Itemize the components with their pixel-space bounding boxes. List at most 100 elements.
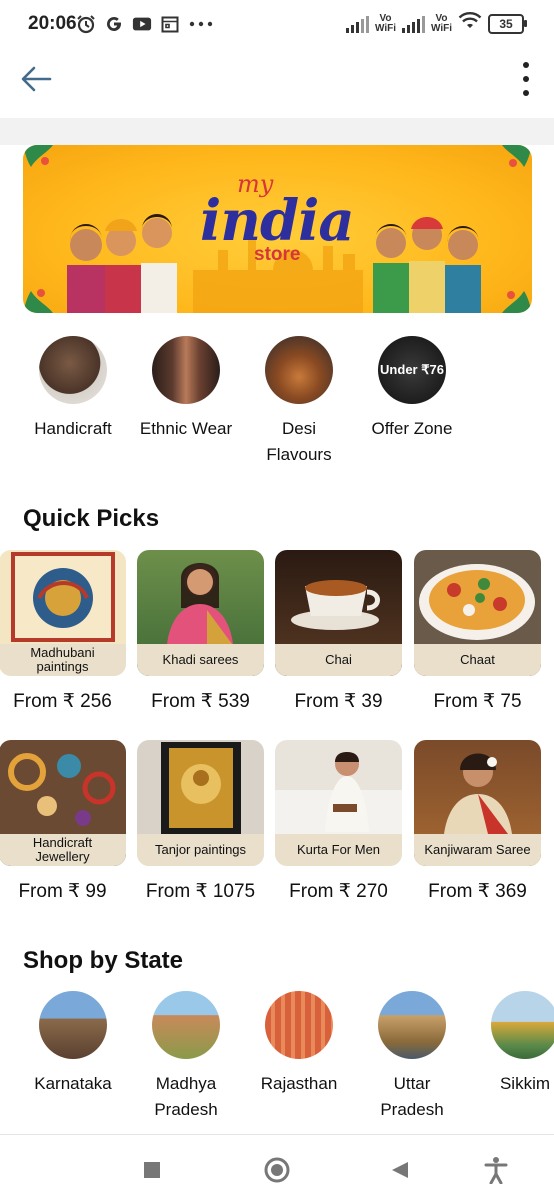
battery-icon: 35 xyxy=(488,13,527,34)
card-price: From ₹ 270 xyxy=(289,881,388,902)
tanjor-art xyxy=(161,742,241,834)
triangle-back-icon xyxy=(392,1162,408,1178)
banner-title-store: store xyxy=(254,244,301,265)
product-card-tanjor-paintings[interactable]: Tanjor paintings From ₹ 1075 xyxy=(137,740,264,903)
madhubani-image: Madhubani paintings xyxy=(0,550,126,676)
status-bar: 20:06 Vo WiFi Vo WiFi 35 xyxy=(0,0,554,48)
state-label: Sikkim xyxy=(499,1074,551,1093)
chaat-image: Chaat xyxy=(414,550,541,676)
more-dots-icon xyxy=(188,14,214,34)
card-caption: Tanjor paintings xyxy=(137,834,264,866)
card-price: From ₹ 369 xyxy=(428,881,527,902)
sikkim-thumbnail xyxy=(491,991,554,1059)
overflow-menu-button[interactable] xyxy=(520,62,532,96)
category-label: Ethnic Wear xyxy=(139,419,233,438)
state-label: Rajasthan xyxy=(260,1074,338,1093)
chai-cup-art xyxy=(291,580,380,630)
alarm-icon xyxy=(76,14,96,34)
kurta-art xyxy=(275,752,402,834)
product-card-chai[interactable]: Chai From ₹ 39 xyxy=(275,550,402,713)
quick-picks-title: Quick Picks xyxy=(23,505,160,532)
product-card-khadi-sarees[interactable]: Khadi sarees From ₹ 539 xyxy=(137,550,264,713)
card-price: From ₹ 99 xyxy=(18,881,107,902)
square-icon xyxy=(144,1162,160,1178)
state-label: Uttar Pradesh xyxy=(380,1074,444,1119)
shop-by-state-title: Shop by State xyxy=(23,947,184,974)
card-price: From ₹ 1075 xyxy=(145,881,256,902)
vowifi-label-2: Vo WiFi xyxy=(430,12,452,34)
status-time: 20:06 xyxy=(28,13,77,34)
accessibility-icon xyxy=(484,1157,508,1184)
tanjor-paintings-image: Tanjor paintings xyxy=(137,740,264,866)
product-card-kanjiwaram-saree[interactable]: Kanjiwaram Saree From ₹ 369 xyxy=(414,740,541,903)
calendar-icon xyxy=(160,14,180,34)
category-handicraft[interactable]: Handicraft xyxy=(13,336,133,442)
g-icon xyxy=(104,14,124,34)
status-system-icons: Vo WiFi Vo WiFi 35 xyxy=(345,12,527,35)
product-card-kurta-for-men[interactable]: Kurta For Men From ₹ 270 xyxy=(275,740,402,903)
card-caption: Kanjiwaram Saree xyxy=(414,834,541,866)
card-price: From ₹ 75 xyxy=(433,691,522,712)
state-sikkim[interactable]: Sikkim xyxy=(465,991,554,1097)
offer-zone-thumbnail: Under ₹76 xyxy=(378,336,446,404)
category-label: Offer Zone xyxy=(371,419,453,438)
card-caption: Chaat xyxy=(414,644,541,676)
ethnic-wear-thumbnail xyxy=(152,336,220,404)
card-caption: Khadi sarees xyxy=(137,644,264,676)
handicraft-jewellery-image: Handicraft Jewellery xyxy=(0,740,126,866)
home-button[interactable] xyxy=(260,1153,294,1187)
state-rajasthan[interactable]: Rajasthan xyxy=(239,991,359,1097)
state-label: Madhya Pradesh xyxy=(154,1074,218,1119)
khadi-saree-art xyxy=(167,563,233,644)
recent-apps-button[interactable] xyxy=(135,1153,169,1187)
card-price: From ₹ 256 xyxy=(13,691,112,712)
category-label: Desi Flavours xyxy=(266,419,332,464)
divider-strip xyxy=(0,118,554,145)
madhya-pradesh-thumbnail xyxy=(152,991,220,1059)
state-karnataka[interactable]: Karnataka xyxy=(13,991,133,1097)
youtube-icon xyxy=(132,14,152,34)
jewellery-art xyxy=(8,753,116,826)
vowifi-label: Vo WiFi xyxy=(374,12,396,34)
card-caption: Handicraft Jewellery xyxy=(0,834,126,866)
category-label: Handicraft xyxy=(34,419,112,438)
kanjiwaram-art xyxy=(444,753,512,834)
khadi-sarees-image: Khadi sarees xyxy=(137,550,264,676)
category-row: Handicraft Ethnic Wear Desi Flavours Und… xyxy=(0,336,554,466)
product-card-madhubani[interactable]: Madhubani paintings From ₹ 256 xyxy=(0,550,126,713)
card-price: From ₹ 39 xyxy=(294,691,383,712)
state-label: Karnataka xyxy=(34,1074,112,1093)
circle-icon xyxy=(264,1157,290,1183)
handicraft-thumbnail xyxy=(39,336,107,404)
card-caption: Madhubani paintings xyxy=(0,644,126,676)
accessibility-button[interactable] xyxy=(479,1153,513,1187)
kurta-for-men-image: Kurta For Men xyxy=(275,740,402,866)
category-ethnic-wear[interactable]: Ethnic Wear xyxy=(126,336,246,442)
karnataka-thumbnail xyxy=(39,991,107,1059)
card-caption: Chai xyxy=(275,644,402,676)
wifi-icon xyxy=(458,12,482,35)
back-arrow-icon xyxy=(21,66,52,92)
category-desi-flavours[interactable]: Desi Flavours xyxy=(239,336,359,468)
product-card-chaat[interactable]: Chaat From ₹ 75 xyxy=(414,550,541,713)
category-offer-zone[interactable]: Under ₹76 Offer Zone xyxy=(352,336,472,442)
card-caption: Kurta For Men xyxy=(275,834,402,866)
system-navigation-bar xyxy=(0,1134,554,1201)
back-button[interactable] xyxy=(18,62,56,96)
state-madhya-pradesh[interactable]: Madhya Pradesh xyxy=(126,991,246,1123)
kanjiwaram-saree-image: Kanjiwaram Saree xyxy=(414,740,541,866)
state-uttar-pradesh[interactable]: Uttar Pradesh xyxy=(352,991,472,1123)
uttar-pradesh-thumbnail xyxy=(378,991,446,1059)
signal-icon xyxy=(345,15,369,33)
chai-image: Chai xyxy=(275,550,402,676)
signal-icon-2 xyxy=(401,15,425,33)
state-row: Karnataka Madhya Pradesh Rajasthan Uttar… xyxy=(0,991,554,1121)
back-nav-button[interactable] xyxy=(383,1153,417,1187)
desi-flavours-thumbnail xyxy=(265,336,333,404)
offer-zone-badge: Under ₹76 xyxy=(380,362,444,377)
product-card-handicraft-jewellery[interactable]: Handicraft Jewellery From ₹ 99 xyxy=(0,740,126,903)
status-notification-icons xyxy=(76,14,214,34)
chaat-plate-art xyxy=(419,564,535,640)
top-app-bar xyxy=(0,48,554,110)
madhubani-art xyxy=(11,552,115,642)
